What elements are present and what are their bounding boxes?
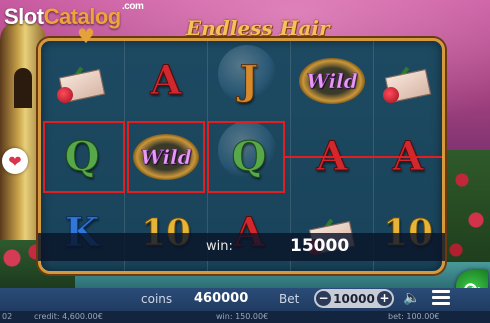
win-highlight-box [127,121,205,193]
reel-symbol-a: A [127,43,205,119]
heart-icon[interactable]: ❤ [2,148,28,174]
reel-symbol-j: J [210,43,288,119]
envelope-rose-icon [383,61,433,104]
menu-icon[interactable] [432,290,450,306]
bet-stepper: − 10000 + [314,289,394,308]
wild-text: Wild [306,69,358,94]
footer-bar: 02 credit: 4,600.00€ win: 150.00€ bet: 1… [0,311,490,323]
win-highlight-box [43,121,125,193]
coins-value: 460000 [194,291,249,306]
game-title: Endless Hair [186,16,330,40]
logo-slot: Slot [4,4,44,29]
footer-win: win: 150.00€ [216,312,269,321]
reel-symbol-wild: Wild [293,43,371,119]
envelope-rose-icon [57,61,107,104]
roses-right [442,150,490,280]
logo-suffix: .com [122,1,144,12]
speaker-icon[interactable]: 🔈 [403,290,421,306]
slotcatalog-logo: SlotCatalog .com [4,2,144,29]
win-value: 15000 [290,236,350,256]
heart-icon: ♥ [77,24,95,48]
bet-label: Bet [279,292,300,306]
symbol-text: A [150,57,182,104]
win-label: win: [206,239,233,254]
payline [285,156,442,158]
tower-window [14,68,32,108]
bet-increase-button[interactable]: + [377,291,392,306]
win-highlight-box [207,121,285,193]
coins-label: coins [141,292,173,306]
symbol-text: J [239,57,259,104]
win-bar: win: 15000 [38,233,445,261]
bet-value: 10000 [333,291,375,306]
reel-symbol-envelope [369,43,442,119]
reel-symbol-envelope [43,43,121,119]
footer-credit: credit: 4,600.00€ [34,312,103,321]
footer-clock: 02 [2,312,13,321]
wild-badge: Wild [299,58,365,104]
bet-decrease-button[interactable]: − [316,291,331,306]
footer-bet: bet: 100.00€ [388,312,440,321]
